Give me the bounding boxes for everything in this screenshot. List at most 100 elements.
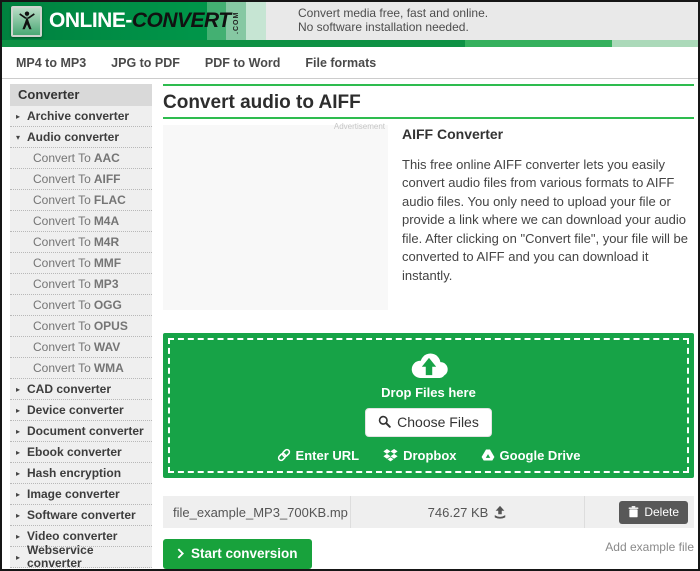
google-drive-icon bbox=[481, 448, 495, 462]
sidebar-item-label: AAC bbox=[94, 152, 120, 165]
sidebar-item-prefix: Convert To bbox=[33, 362, 91, 375]
sidebar-item[interactable]: Convert To OPUS bbox=[10, 316, 152, 337]
header-accent-bar bbox=[2, 40, 698, 47]
sidebar-item[interactable]: Convert To OGG bbox=[10, 295, 152, 316]
advertisement-box: Advertisement bbox=[163, 125, 388, 310]
online-convert-page: { "header": { "brand": {"part1": "ONLINE… bbox=[0, 0, 700, 571]
tagline-line1: Convert media free, fast and online. bbox=[298, 6, 698, 20]
file-dropzone[interactable]: Drop Files here Choose Files bbox=[163, 333, 694, 478]
intro-row: Advertisement AIFF Converter This free o… bbox=[163, 125, 694, 310]
file-actions-cell: Delete bbox=[585, 496, 694, 528]
enter-url-link[interactable]: Enter URL bbox=[277, 448, 360, 463]
sidebar-item-label: Webservice converter bbox=[27, 544, 146, 570]
dropbox-icon bbox=[383, 448, 398, 463]
sidebar-list: ▸ Archive converter ▾ Audio converter Co… bbox=[10, 106, 152, 568]
sidebar-item-label: Audio converter bbox=[27, 131, 119, 144]
sidebar-item-label: AIFF bbox=[94, 173, 121, 186]
upload-icon bbox=[493, 505, 507, 519]
logo[interactable]: ONLINE-CONVERT.COM bbox=[2, 2, 295, 40]
sidebar-item[interactable]: Convert To MMF bbox=[10, 253, 152, 274]
add-example-file-link[interactable]: Add example file bbox=[605, 540, 694, 554]
sidebar-item[interactable]: Convert To WMA bbox=[10, 358, 152, 379]
sidebar-item[interactable]: Convert To AIFF bbox=[10, 169, 152, 190]
logo-person-icon bbox=[11, 6, 42, 37]
sidebar-item[interactable]: ▸ Ebook converter bbox=[10, 442, 152, 463]
sidebar: Converter ▸ Archive converter ▾ Audio co… bbox=[10, 84, 152, 569]
header: ONLINE-CONVERT.COM Convert media free, f… bbox=[2, 2, 698, 40]
sidebar-item[interactable]: ▸ CAD converter bbox=[10, 379, 152, 400]
expander-arrow-icon: ▸ bbox=[16, 509, 27, 522]
content: Converter ▸ Archive converter ▾ Audio co… bbox=[2, 79, 698, 569]
expander-arrow-icon: ▸ bbox=[16, 488, 27, 501]
sidebar-item[interactable]: ▸ Document converter bbox=[10, 421, 152, 442]
uploaded-file-row: file_example_MP3_700KB.mp 746.27 KB Dele… bbox=[163, 496, 694, 528]
sidebar-item[interactable]: Convert To M4A bbox=[10, 211, 152, 232]
sidebar-item-label: Hash encryption bbox=[27, 467, 121, 480]
advertisement-label: Advertisement bbox=[334, 122, 385, 131]
trash-icon bbox=[628, 506, 639, 518]
sidebar-item-label: Device converter bbox=[27, 404, 124, 417]
sidebar-item-label: OGG bbox=[94, 299, 122, 312]
dropzone-dashed-area: Drop Files here Choose Files bbox=[168, 338, 689, 473]
intro-body: This free online AIFF converter lets you… bbox=[402, 156, 694, 285]
sidebar-item-prefix: Convert To bbox=[33, 215, 91, 228]
nav-item-mp4-to-mp3[interactable]: MP4 to MP3 bbox=[16, 56, 86, 70]
sidebar-item-label: WMA bbox=[94, 362, 124, 375]
sidebar-item[interactable]: ▸ Archive converter bbox=[10, 106, 152, 127]
sidebar-item[interactable]: ▸ Hash encryption bbox=[10, 463, 152, 484]
file-size: 746.27 KB bbox=[428, 505, 489, 520]
choose-files-button[interactable]: Choose Files bbox=[365, 408, 492, 437]
brand-tld: .COM bbox=[233, 8, 240, 34]
sidebar-item-label: MMF bbox=[94, 257, 121, 270]
sidebar-item[interactable]: Convert To FLAC bbox=[10, 190, 152, 211]
sidebar-item[interactable]: ▸ Device converter bbox=[10, 400, 152, 421]
file-size-cell: 746.27 KB bbox=[350, 496, 585, 528]
sidebar-item[interactable]: ▾ Audio converter bbox=[10, 127, 152, 148]
expander-arrow-icon: ▸ bbox=[16, 404, 27, 417]
actions-row: Start conversion Add example file bbox=[163, 539, 694, 569]
sidebar-item[interactable]: Convert To WAV bbox=[10, 337, 152, 358]
brand-convert: CONVERT bbox=[132, 9, 231, 33]
sidebar-item-label: FLAC bbox=[94, 194, 126, 207]
google-drive-link[interactable]: Google Drive bbox=[481, 448, 581, 463]
nav-item-file-formats[interactable]: File formats bbox=[305, 56, 376, 70]
sidebar-item[interactable]: ▸ Webservice converter bbox=[10, 547, 152, 568]
chevron-right-icon bbox=[177, 548, 184, 559]
tagline: Convert media free, fast and online. No … bbox=[295, 2, 698, 40]
cloud-upload-icon bbox=[406, 349, 452, 381]
start-conversion-button[interactable]: Start conversion bbox=[163, 539, 312, 569]
sidebar-item[interactable]: Convert To AAC bbox=[10, 148, 152, 169]
page-title: Convert audio to AIFF bbox=[163, 92, 694, 114]
expander-arrow-icon: ▾ bbox=[16, 131, 27, 144]
sidebar-item-label: Image converter bbox=[27, 488, 120, 501]
sidebar-item-label: CAD converter bbox=[27, 383, 111, 396]
sidebar-item-label: Ebook converter bbox=[27, 446, 122, 459]
sidebar-item[interactable]: Convert To MP3 bbox=[10, 274, 152, 295]
brand-text: ONLINE-CONVERT.COM bbox=[49, 8, 240, 34]
nav-item-jpg-to-pdf[interactable]: JPG to PDF bbox=[111, 56, 180, 70]
delete-file-button[interactable]: Delete bbox=[619, 501, 688, 524]
nav-item-pdf-to-word[interactable]: PDF to Word bbox=[205, 56, 280, 70]
delete-label: Delete bbox=[644, 505, 679, 519]
page-title-block: Convert audio to AIFF bbox=[163, 84, 694, 119]
intro-heading: AIFF Converter bbox=[402, 126, 694, 142]
expander-arrow-icon: ▸ bbox=[16, 530, 27, 543]
sidebar-title: Converter bbox=[10, 84, 152, 106]
sidebar-item[interactable]: ▸ Software converter bbox=[10, 505, 152, 526]
sidebar-item-label: Document converter bbox=[27, 425, 144, 438]
tagline-line2: No software installation needed. bbox=[298, 20, 698, 34]
sidebar-item[interactable]: ▸ Image converter bbox=[10, 484, 152, 505]
enter-url-label: Enter URL bbox=[296, 448, 360, 463]
sidebar-item[interactable]: Convert To M4R bbox=[10, 232, 152, 253]
dropbox-link[interactable]: Dropbox bbox=[383, 448, 456, 463]
sidebar-item-label: Software converter bbox=[27, 509, 136, 522]
sidebar-item-label: OPUS bbox=[94, 320, 128, 333]
sidebar-item-prefix: Convert To bbox=[33, 194, 91, 207]
expander-arrow-icon: ▸ bbox=[16, 446, 27, 459]
drop-files-label: Drop Files here bbox=[381, 385, 476, 400]
sidebar-item-label: MP3 bbox=[94, 278, 119, 291]
expander-arrow-icon: ▸ bbox=[16, 110, 27, 123]
sidebar-item-label: Archive converter bbox=[27, 110, 129, 123]
sidebar-item-label: M4A bbox=[94, 215, 119, 228]
dropzone-links: Enter URL Dropbox bbox=[277, 448, 581, 463]
